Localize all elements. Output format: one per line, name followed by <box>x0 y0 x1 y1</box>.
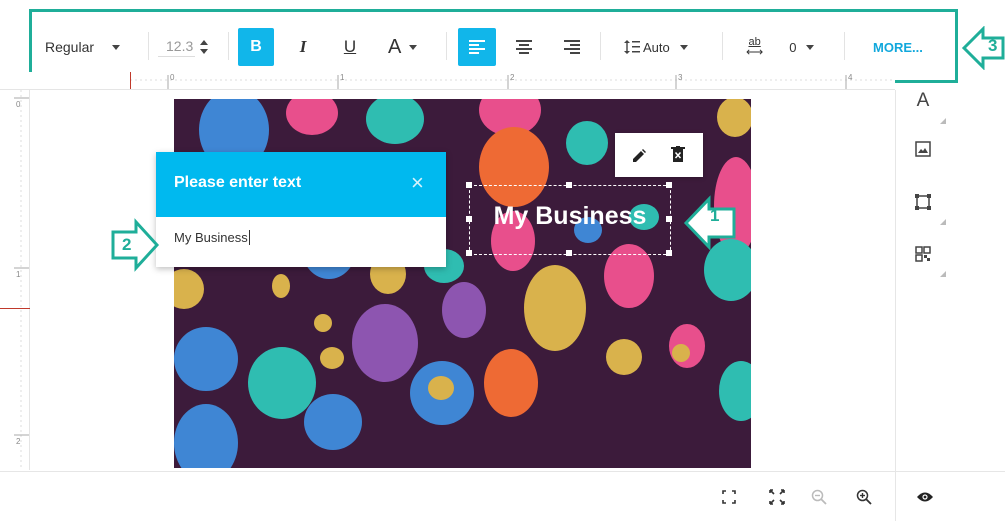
zoom-in-button[interactable] <box>852 485 876 509</box>
callout-number-1: 1 <box>710 206 720 225</box>
callout-number-2: 2 <box>122 235 132 254</box>
resize-handle[interactable] <box>666 182 672 188</box>
text-entry-dialog: Please enter text × My Business <box>156 152 446 267</box>
decor-blob <box>717 99 751 137</box>
decor-blob <box>484 349 538 417</box>
callout-number-3: 3 <box>988 36 998 55</box>
decor-blob <box>606 339 642 375</box>
element-action-popup <box>615 133 703 177</box>
horizontal-ruler: 0 1 2 3 4 <box>0 72 895 90</box>
ruler-guide-marker <box>0 308 30 309</box>
resize-handle[interactable] <box>566 250 572 256</box>
decor-blob <box>366 99 424 144</box>
decor-blob <box>672 344 690 362</box>
fullscreen-icon <box>769 489 785 505</box>
shape-icon <box>915 194 931 210</box>
decor-blob <box>286 99 338 135</box>
decor-blob <box>248 347 316 419</box>
decor-blob <box>272 274 290 298</box>
ruler-tick-label: 0 <box>170 73 175 82</box>
ruler-tick-label: 4 <box>848 73 853 82</box>
ruler-tick-label: 1 <box>16 270 21 279</box>
resize-handle[interactable] <box>466 250 472 256</box>
decor-blob <box>524 265 586 351</box>
dialog-header: Please enter text × <box>156 152 446 217</box>
submenu-indicator-icon <box>940 219 946 225</box>
resize-handle[interactable] <box>466 216 472 222</box>
decor-blob <box>314 314 332 332</box>
decor-blob <box>174 327 238 391</box>
resize-handle[interactable] <box>466 182 472 188</box>
trash-icon[interactable] <box>671 146 685 163</box>
ruler-ticks <box>14 90 29 470</box>
bottom-divider <box>895 471 896 521</box>
ruler-tick-label: 0 <box>16 100 21 109</box>
canvas-text-element[interactable]: My Business <box>470 202 670 231</box>
image-icon <box>915 141 931 157</box>
ruler-ticks <box>130 75 895 89</box>
ruler-guide-marker <box>130 72 131 89</box>
decor-blob <box>174 404 238 468</box>
resize-handle[interactable] <box>666 216 672 222</box>
zoom-in-icon <box>856 489 872 505</box>
submenu-indicator-icon <box>940 118 946 124</box>
text-tool-button[interactable]: A <box>907 85 939 117</box>
preview-button[interactable] <box>913 485 937 509</box>
vertical-ruler: 0 1 2 <box>14 90 30 470</box>
submenu-indicator-icon <box>940 271 946 277</box>
decor-blob <box>174 269 204 309</box>
resize-handle[interactable] <box>666 250 672 256</box>
decor-blob <box>566 121 608 165</box>
dialog-title: Please enter text <box>174 174 302 191</box>
zoom-out-icon <box>811 489 827 505</box>
zoom-out-button[interactable] <box>807 485 831 509</box>
decor-blob <box>352 304 418 382</box>
pencil-icon[interactable] <box>631 147 647 163</box>
qr-code-icon <box>915 246 931 262</box>
shape-tool-button[interactable] <box>907 186 939 218</box>
qr-code-tool-button[interactable] <box>907 238 939 270</box>
eye-icon <box>917 492 933 502</box>
fullscreen-button[interactable] <box>765 485 789 509</box>
text-input[interactable]: My Business <box>156 217 446 267</box>
ruler-tick-label: 2 <box>16 437 21 446</box>
decor-blob <box>719 361 751 421</box>
text-selection-box[interactable]: My Business <box>469 185 671 255</box>
fit-page-icon <box>722 490 736 504</box>
decor-blob <box>428 376 454 400</box>
ruler-tick-label: 3 <box>678 73 683 82</box>
ruler-tick-label: 2 <box>510 73 515 82</box>
image-tool-button[interactable] <box>907 133 939 165</box>
decor-blob <box>442 282 486 338</box>
fit-page-button[interactable] <box>717 485 741 509</box>
close-icon[interactable]: × <box>411 172 424 194</box>
text-input-value: My Business <box>174 230 250 245</box>
callout-arrow-2 <box>111 218 160 272</box>
decor-blob <box>304 394 362 450</box>
callout-arrow-3 <box>961 26 1005 70</box>
ruler-tick-label: 1 <box>340 73 345 82</box>
resize-handle[interactable] <box>566 182 572 188</box>
decor-blob <box>320 347 344 369</box>
